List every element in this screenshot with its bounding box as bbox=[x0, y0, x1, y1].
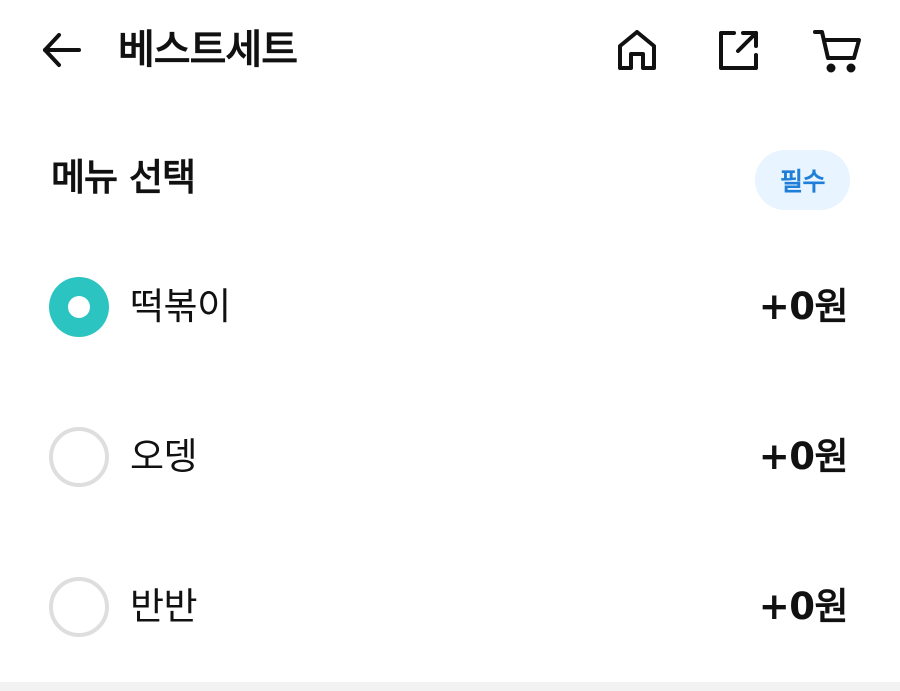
option-label: 오뎅 bbox=[130, 435, 198, 478]
required-badge: 필수 bbox=[755, 150, 850, 210]
top-app-bar: 베스트세트 bbox=[0, 0, 900, 100]
radio-unselected[interactable] bbox=[49, 577, 109, 637]
home-icon bbox=[618, 30, 656, 70]
share-button[interactable] bbox=[708, 20, 768, 80]
option-price: +0원 bbox=[758, 435, 849, 478]
cart-icon bbox=[813, 30, 861, 73]
section-divider bbox=[0, 682, 900, 691]
cart-button[interactable] bbox=[808, 20, 868, 80]
option-label: 떡볶이 bbox=[130, 285, 231, 328]
option-label: 반반 bbox=[130, 585, 198, 628]
option-tteokbokki[interactable]: 떡볶이 +0원 bbox=[0, 257, 900, 357]
arrow-left-icon bbox=[43, 33, 81, 67]
back-button[interactable] bbox=[31, 20, 91, 80]
share-icon bbox=[719, 31, 758, 70]
option-price: +0원 bbox=[758, 585, 849, 628]
option-price: +0원 bbox=[758, 285, 849, 328]
section-title: 메뉴 선택 bbox=[51, 156, 196, 199]
page: 베스트세트 메뉴 선택 필수 떡볶이 +0원 오뎅 +0원 반반 +0원 bbox=[0, 0, 900, 691]
home-button[interactable] bbox=[607, 20, 667, 80]
option-banban[interactable]: 반반 +0원 bbox=[0, 557, 900, 657]
radio-unselected[interactable] bbox=[49, 427, 109, 487]
option-odeng[interactable]: 오뎅 +0원 bbox=[0, 407, 900, 507]
radio-selected[interactable] bbox=[49, 277, 109, 337]
page-title: 베스트세트 bbox=[118, 27, 298, 73]
